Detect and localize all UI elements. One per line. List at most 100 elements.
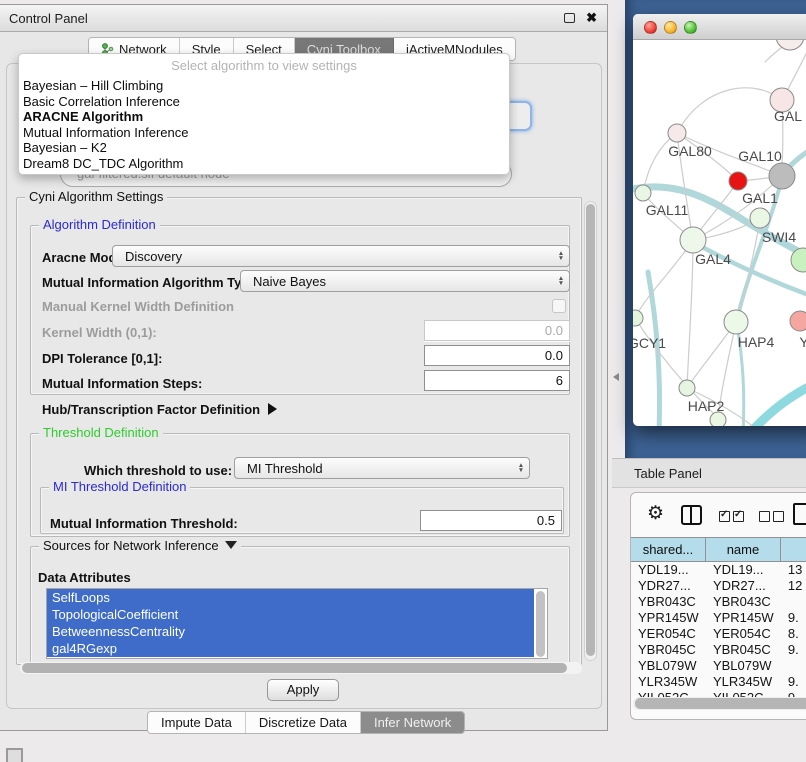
- table-row[interactable]: YDL19...YDL19...13: [631, 562, 806, 578]
- close-icon[interactable]: ✖: [586, 10, 597, 26]
- column-header-cut[interactable]: [781, 538, 806, 561]
- table-row[interactable]: YDR27...YDR27...12: [631, 578, 806, 594]
- attribute-list-item[interactable]: BetweennessCentrality: [47, 623, 534, 640]
- table-row[interactable]: YBL079WYBL079W: [631, 658, 806, 674]
- table-row[interactable]: YBR045CYBR045C9.: [631, 642, 806, 658]
- algorithm-option[interactable]: ARACNE Algorithm: [19, 109, 509, 125]
- table-cell: YDR27...: [706, 578, 781, 594]
- settings-horizontal-scrollbar[interactable]: [20, 662, 582, 674]
- data-attributes-list[interactable]: SelfLoopsTopologicalCoefficientBetweenne…: [46, 588, 548, 659]
- float-window-icon[interactable]: [564, 13, 575, 23]
- network-node-y[interactable]: [790, 311, 806, 331]
- mi-threshold-title: MI Threshold Definition: [49, 479, 190, 494]
- table-cell: YPR145W: [706, 610, 781, 626]
- manual-kernel-checkbox[interactable]: [552, 299, 566, 313]
- network-node-gal80[interactable]: [668, 124, 686, 142]
- attribute-list-item[interactable]: SelfLoops: [47, 589, 534, 606]
- algorithm-option[interactable]: Basic Correlation Inference: [19, 94, 509, 110]
- settings-vertical-scrollbar[interactable]: [584, 201, 597, 661]
- table-cell: [781, 658, 806, 674]
- minimized-panel-icon[interactable]: [6, 748, 23, 762]
- mi-type-combo[interactable]: Naive Bayes ▲▼: [240, 270, 570, 292]
- algorithm-option[interactable]: Bayesian – K2: [19, 140, 509, 156]
- table-horizontal-scrollbar[interactable]: [633, 697, 806, 710]
- network-canvas[interactable]: GALGAL80GAL10GAL1GAL11SWI4GAL4GCY1HAP4YH…: [633, 40, 806, 426]
- mac-minimize-icon[interactable]: [664, 21, 677, 34]
- cyni-settings-group-title: Cyni Algorithm Settings: [25, 189, 167, 204]
- node-label: GAL10: [738, 148, 782, 164]
- node-table: shared...name YDL19...YDL19...13YDR27...…: [631, 537, 806, 706]
- table-row[interactable]: YPR145WYPR145W9.: [631, 610, 806, 626]
- table-body: YDL19...YDL19...13YDR27...YDR27...12YBR0…: [631, 562, 806, 706]
- table-cell: YLR345W: [706, 674, 781, 690]
- bottom-tab-discretize-data[interactable]: Discretize Data: [246, 712, 361, 733]
- node-label: HAP2: [688, 398, 725, 414]
- control-panel-titlebar: Control Panel ✖: [0, 5, 607, 32]
- mi-threshold-label: Mutual Information Threshold:: [50, 516, 238, 531]
- table-cell: 13: [781, 562, 806, 578]
- checked-pair-icon[interactable]: [719, 509, 747, 527]
- network-node-gal1[interactable]: [750, 208, 770, 228]
- data-attributes-label: Data Attributes: [38, 570, 131, 585]
- list-scrollbar-thumb[interactable]: [536, 591, 545, 657]
- document-icon[interactable]: [793, 503, 806, 525]
- mi-steps-label: Mutual Information Steps:: [42, 376, 202, 391]
- network-node[interactable]: [729, 172, 747, 190]
- bottom-tab-impute-data[interactable]: Impute Data: [148, 712, 246, 733]
- mi-type-label: Mutual Information Algorithm Type:: [42, 275, 261, 290]
- table-cell: [781, 594, 806, 610]
- mi-threshold-field[interactable]: 0.5: [420, 510, 562, 531]
- network-node-hap4[interactable]: [724, 310, 748, 334]
- expand-right-icon: [268, 403, 277, 415]
- network-node-gcy1[interactable]: [633, 310, 643, 326]
- column-header-shared...[interactable]: shared...: [631, 538, 706, 561]
- screen: Control Panel ✖ NetworkStyleSelectCyni T…: [0, 0, 806, 762]
- hub-definition-expander[interactable]: Hub/Transcription Factor Definition: [42, 402, 277, 417]
- mac-close-icon[interactable]: [644, 21, 657, 34]
- network-node-gal4[interactable]: [680, 227, 706, 253]
- stepper-arrows-icon: ▲▼: [553, 276, 569, 287]
- splitter-collapse-icon[interactable]: [613, 373, 619, 381]
- network-view-window: GALGAL80GAL10GAL1GAL11SWI4GAL4GCY1HAP4YH…: [633, 14, 806, 426]
- which-threshold-combo[interactable]: MI Threshold ▲▼: [234, 457, 530, 479]
- algorithm-option[interactable]: Bayesian – Hill Climbing: [19, 78, 509, 94]
- kernel-width-field[interactable]: 0.0: [424, 320, 570, 341]
- control-panel-window: Control Panel ✖ NetworkStyleSelectCyni T…: [0, 4, 608, 731]
- control-panel-title: Control Panel: [9, 11, 88, 26]
- table-cell: YBR043C: [706, 594, 781, 610]
- network-edge: [749, 377, 806, 426]
- table-cell: YPR145W: [631, 610, 706, 626]
- table-cell: 9.: [781, 642, 806, 658]
- sources-group-title[interactable]: Sources for Network Inference: [39, 538, 241, 553]
- apply-button[interactable]: Apply: [267, 679, 339, 701]
- table-cell: YER054C: [631, 626, 706, 642]
- table-row[interactable]: YLR345WYLR345W9.: [631, 674, 806, 690]
- algorithm-option[interactable]: Dream8 DC_TDC Algorithm: [19, 156, 509, 172]
- column-header-name[interactable]: name: [706, 538, 781, 561]
- bottom-tab-infer-network[interactable]: Infer Network: [361, 712, 464, 733]
- network-node-gal10[interactable]: [769, 163, 795, 189]
- network-node[interactable]: [710, 412, 726, 426]
- node-label: GAL1: [742, 190, 778, 206]
- mi-steps-field[interactable]: 6: [424, 370, 570, 391]
- threshold-definition-title: Threshold Definition: [39, 425, 163, 440]
- attribute-list-item[interactable]: TopologicalCoefficient: [47, 606, 534, 623]
- unchecked-pair-icon[interactable]: [759, 509, 787, 527]
- algorithm-option[interactable]: Mutual Information Inference: [19, 125, 509, 141]
- node-label: GAL4: [695, 251, 731, 267]
- table-row[interactable]: YBR043CYBR043C: [631, 594, 806, 610]
- node-label: GAL80: [668, 143, 712, 159]
- hub-definition-label: Hub/Transcription Factor Definition: [42, 402, 260, 417]
- aracne-mode-combo[interactable]: Discovery ▲▼: [112, 245, 570, 267]
- dpi-tolerance-field[interactable]: 0.0: [424, 345, 570, 366]
- attribute-list-item[interactable]: gal4RGexp: [47, 640, 534, 657]
- gear-icon[interactable]: ⚙: [647, 504, 664, 524]
- network-node-gal11[interactable]: [635, 185, 651, 201]
- split-columns-icon[interactable]: [681, 505, 702, 525]
- table-row[interactable]: YER054CYER054C8.: [631, 626, 806, 642]
- mac-zoom-icon[interactable]: [684, 21, 697, 34]
- network-edge: [687, 240, 693, 388]
- network-node-hap2[interactable]: [679, 380, 695, 396]
- collapse-down-icon: [225, 541, 237, 549]
- network-edge: [677, 88, 782, 133]
